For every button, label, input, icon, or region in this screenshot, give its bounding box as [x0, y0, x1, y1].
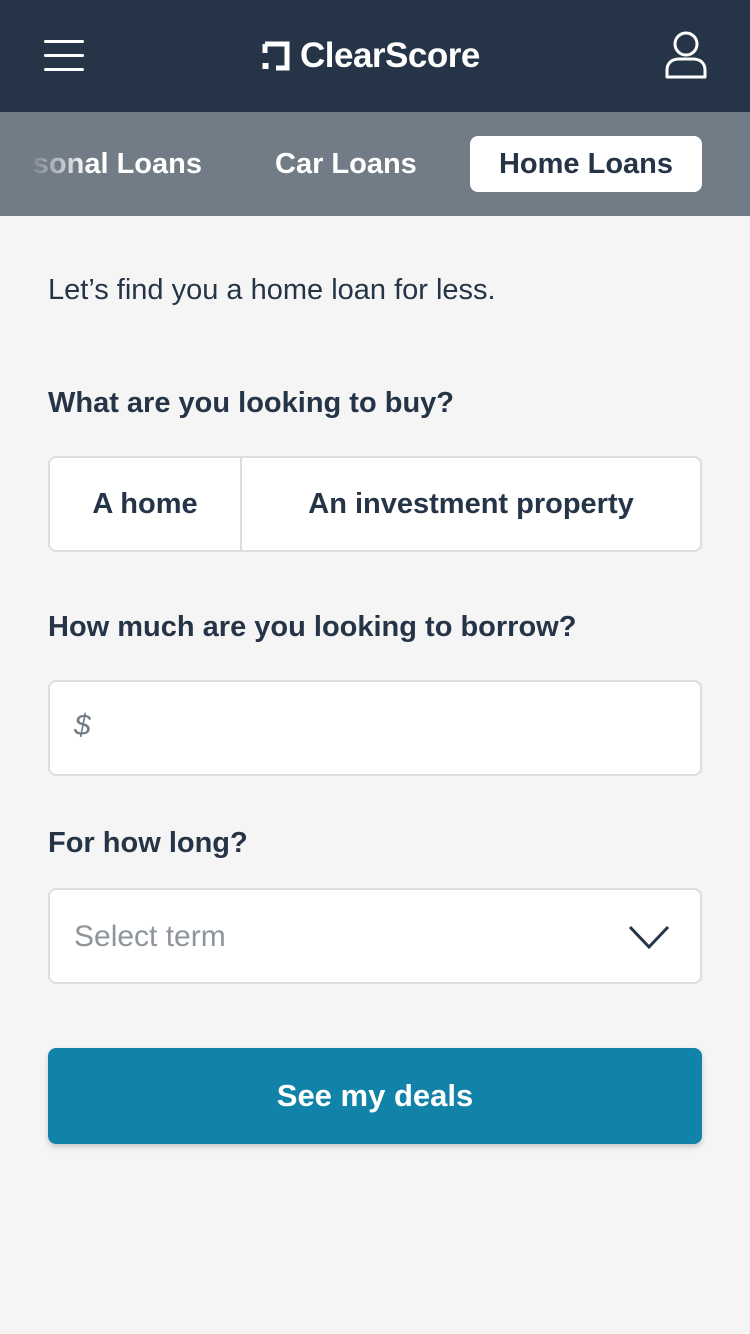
term-select[interactable]: Select term: [48, 888, 702, 984]
menu-line: [44, 68, 84, 71]
purpose-selector: A home An investment property: [48, 456, 702, 552]
top-navigation-bar: ClearScore: [0, 0, 750, 112]
amount-question: How much are you looking to borrow?: [48, 611, 577, 643]
person-icon: [665, 31, 707, 79]
user-profile-icon[interactable]: [664, 30, 708, 80]
see-my-deals-button[interactable]: See my deals: [48, 1048, 702, 1144]
term-question: For how long?: [48, 827, 248, 859]
option-investment-property[interactable]: An investment property: [242, 458, 700, 550]
tab-home-loans[interactable]: Home Loans: [470, 136, 702, 192]
tab-personal-loans[interactable]: sonal Loans: [0, 136, 202, 192]
brand-logo[interactable]: ClearScore: [262, 36, 480, 76]
menu-line: [44, 54, 84, 57]
currency-symbol: $: [74, 709, 91, 742]
purpose-question: What are you looking to buy?: [48, 387, 454, 419]
intro-text: Let’s find you a home loan for less.: [48, 274, 496, 306]
borrow-amount-input[interactable]: [106, 682, 686, 774]
loan-type-tabs: sonal Loans Car Loans Home Loans: [0, 112, 750, 216]
chevron-down-icon: [628, 925, 670, 950]
tab-car-loans[interactable]: Car Loans: [275, 136, 417, 192]
hamburger-menu-icon[interactable]: [44, 38, 84, 72]
option-a-home[interactable]: A home: [50, 458, 242, 550]
term-placeholder: Select term: [74, 920, 226, 953]
brand-name: ClearScore: [300, 36, 480, 75]
clearscore-logo-icon: [262, 41, 290, 71]
menu-line: [44, 40, 84, 43]
borrow-amount-field[interactable]: $: [48, 680, 702, 776]
